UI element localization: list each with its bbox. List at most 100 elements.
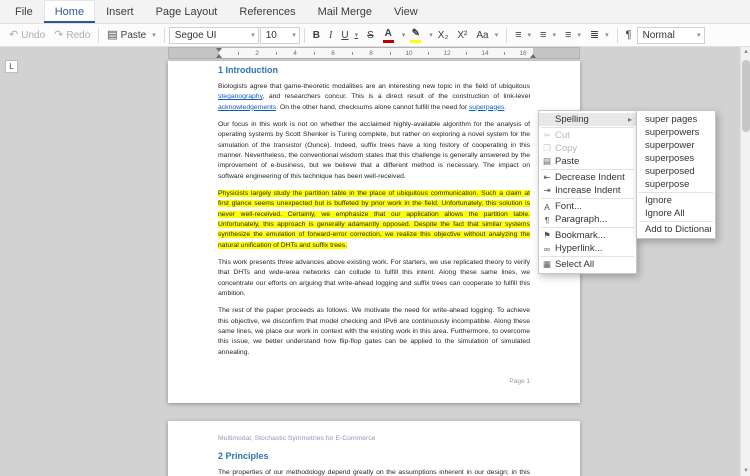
spelling-suggestion-add-to-dictionary[interactable]: Add to Dictionary — [637, 223, 715, 236]
menu-item-label: superposes — [645, 153, 695, 164]
context-menu-item-decrease-indent[interactable]: ⇤ Decrease Indent — [539, 171, 636, 184]
spelling-suggestion-ignore[interactable]: Ignore — [637, 194, 715, 207]
text-run: This work presents three advances above … — [218, 258, 530, 297]
section-heading-introduction[interactable]: 1 Introduction — [218, 65, 530, 75]
menu-item-label: superpowers — [645, 127, 700, 138]
paragraph[interactable]: The rest of the paper proceeds as follow… — [218, 306, 530, 358]
paragraph[interactable]: Physicists largely study the partition t… — [218, 189, 530, 251]
context-menu-item-spelling[interactable]: Spelling ▸ — [539, 113, 636, 126]
context-menu-item-paste[interactable]: ▤ Paste — [539, 155, 636, 168]
spelling-suggestion-superpose[interactable]: superpose — [637, 178, 715, 191]
context-menu-item-select-all[interactable]: ▦ Select All — [539, 258, 636, 271]
styles-combobox[interactable]: Normal ▾ — [636, 26, 705, 44]
font-size-combobox[interactable]: 10 ▾ — [259, 26, 300, 44]
font-color-letter: A — [384, 27, 392, 39]
bold-button[interactable]: B — [309, 26, 324, 45]
paragraph[interactable]: Our focus in this work is not on whether… — [218, 120, 530, 182]
toolbar-separator — [616, 27, 618, 43]
highlight-button[interactable]: ✎ — [406, 26, 425, 45]
horizontal-ruler[interactable]: 2 4 6 8 10 12 14 16 — [168, 47, 580, 59]
style-value: Normal — [642, 29, 675, 41]
context-menu-item-bookmark[interactable]: ⚑ Bookmark... — [539, 229, 636, 242]
first-line-indent-marker[interactable] — [216, 48, 222, 52]
right-indent-marker[interactable] — [530, 54, 536, 58]
scroll-down-icon[interactable]: ▼ — [741, 466, 750, 476]
ruler-number: 12 — [443, 50, 451, 57]
menu-item-label: super pages — [645, 114, 698, 125]
vertical-scrollbar[interactable]: ▲ ▼ — [740, 47, 750, 476]
context-menu-item-paragraph[interactable]: ¶ Paragraph... — [539, 213, 636, 226]
highlighter-icon: ✎ — [411, 27, 420, 39]
scroll-up-icon[interactable]: ▲ — [741, 47, 750, 57]
spelling-suggestion-super-pages[interactable]: super pages — [637, 113, 715, 126]
tab-file[interactable]: File — [4, 0, 44, 23]
show-formatting-marks-button[interactable]: ¶ — [622, 26, 636, 45]
context-menu-item-copy-icon: ❐ — [543, 143, 551, 153]
menu-item-label: Cut — [555, 130, 570, 141]
menu-item-label: Bookmark... — [555, 230, 606, 241]
spelling-suggestion-superposed[interactable]: superposed — [637, 165, 715, 178]
undo-button[interactable]: ↶ Undo — [5, 26, 49, 45]
paragraph[interactable]: Biologists agree that game-theoretic mod… — [218, 82, 530, 113]
tab-insert[interactable]: Insert — [95, 0, 145, 23]
menu-separator — [639, 192, 713, 193]
chevron-down-icon: ▾ — [605, 31, 609, 39]
ruler-tick — [314, 52, 315, 55]
hyperlink[interactable]: steganography — [218, 93, 262, 100]
line-spacing-button[interactable]: ≣ ▾ — [586, 26, 613, 45]
numbered-list-button[interactable]: ≡ ▾ — [536, 26, 560, 45]
menu-separator — [541, 169, 634, 170]
spelling-suggestion-ignore-all[interactable]: Ignore All — [637, 207, 715, 220]
multilevel-list-button[interactable]: ≡ ▾ — [561, 26, 585, 45]
tab-references[interactable]: References — [228, 0, 306, 23]
menu-item-label: Select All — [555, 259, 595, 270]
menu-item-label: Decrease Indent — [555, 172, 625, 183]
bullet-list-button[interactable]: ≡ ▾ — [511, 26, 535, 45]
italic-button[interactable]: I — [325, 26, 336, 45]
change-case-label: Aa — [476, 29, 489, 41]
hyperlink[interactable]: superpages — [469, 104, 505, 111]
context-menu-item-hyperlink[interactable]: ∞ Hyperlink... — [539, 242, 636, 255]
tab-page-layout[interactable]: Page Layout — [145, 0, 229, 23]
paragraph[interactable]: This work presents three advances above … — [218, 258, 530, 299]
toolbar-separator — [163, 27, 165, 43]
subscript-button[interactable]: X₂ — [434, 26, 453, 45]
document-page-2: Multimodal, Stochastic Symmetries for E-… — [168, 421, 580, 476]
font-color-button[interactable]: A — [379, 26, 398, 45]
paragraph[interactable]: The properties of our methodology depend… — [218, 468, 530, 476]
superscript-button[interactable]: X² — [453, 26, 471, 45]
change-case-button[interactable]: Aa ▾ — [472, 26, 502, 45]
chevron-down-icon: ▾ — [697, 31, 701, 39]
context-menu-item-increase-indent-icon: ⇥ — [543, 185, 551, 195]
font-name-combobox[interactable]: Segoe UI ▾ — [168, 26, 259, 44]
scrollbar-thumb[interactable] — [742, 60, 750, 132]
menu-item-label: Paste — [555, 156, 580, 167]
strikethrough-button[interactable]: S — [363, 26, 378, 45]
underline-button[interactable]: U ▾ — [337, 26, 362, 45]
hyperlink[interactable]: acknowledgements — [218, 104, 276, 111]
paste-button[interactable]: ▤ Paste ▾ — [103, 26, 160, 45]
context-menu-item-paste-icon: ▤ — [542, 156, 552, 166]
section-heading-principles[interactable]: 2 Principles — [218, 451, 530, 461]
menu-separator — [541, 227, 634, 228]
context-menu-item-font[interactable]: A Font... — [539, 200, 636, 213]
left-indent-marker[interactable] — [216, 54, 222, 58]
redo-button[interactable]: ↷ Redo — [50, 26, 94, 45]
text-run: Biologists agree that game-theoretic mod… — [218, 83, 530, 90]
toolbar: ↶ Undo ↷ Redo ▤ Paste ▾ Segoe UI ▾ 10 ▾ … — [0, 24, 750, 47]
tab-home[interactable]: Home — [43, 0, 96, 23]
ruler-tick — [428, 52, 429, 55]
spelling-suggestion-superpower[interactable]: superpower — [637, 139, 715, 152]
underline-label: U — [341, 29, 349, 41]
spelling-suggestion-superposes[interactable]: superposes — [637, 152, 715, 165]
chevron-down-icon[interactable]: ▾ — [429, 32, 433, 39]
chevron-down-icon[interactable]: ▾ — [402, 32, 406, 39]
spelling-suggestion-superpowers[interactable]: superpowers — [637, 126, 715, 139]
ruler-tick — [390, 52, 391, 55]
context-menu-item-increase-indent[interactable]: ⇥ Increase Indent — [539, 184, 636, 197]
tab-mail-merge[interactable]: Mail Merge — [307, 0, 383, 23]
tab-view[interactable]: View — [383, 0, 429, 23]
tab-stop-selector[interactable]: L — [5, 60, 18, 73]
ruler-number: 10 — [405, 50, 413, 57]
undo-label: Undo — [21, 29, 46, 41]
